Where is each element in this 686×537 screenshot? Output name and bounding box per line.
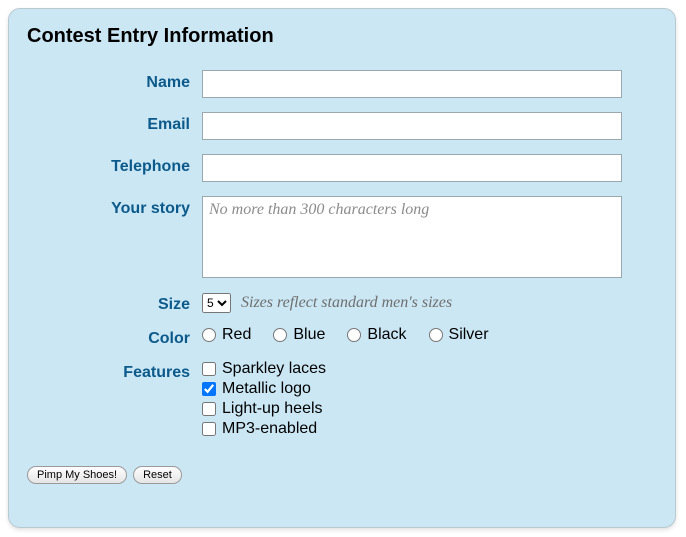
label-color: Color — [27, 326, 202, 348]
email-input[interactable] — [202, 112, 622, 140]
row-telephone: Telephone — [27, 154, 657, 182]
label-story: Your story — [27, 196, 202, 218]
feature-option-lightup[interactable]: Light-up heels — [202, 400, 323, 418]
feature-option-mp3[interactable]: MP3-enabled — [202, 420, 317, 438]
size-hint: Sizes reflect standard men's sizes — [241, 292, 452, 314]
radio-red[interactable] — [202, 328, 216, 342]
row-name: Name — [27, 70, 657, 98]
row-email: Email — [27, 112, 657, 140]
checkbox-mp3[interactable] — [202, 422, 216, 436]
submit-button[interactable]: Pimp My Shoes! — [27, 466, 127, 484]
reset-button[interactable]: Reset — [133, 466, 182, 484]
row-color: Color Red Blue Black Silver — [27, 326, 657, 348]
color-option-blue[interactable]: Blue — [273, 326, 325, 344]
row-story: Your story — [27, 196, 657, 278]
radio-black[interactable] — [347, 328, 361, 342]
story-textarea[interactable] — [202, 196, 622, 278]
checkbox-sparkley[interactable] — [202, 362, 216, 376]
feature-option-sparkley[interactable]: Sparkley laces — [202, 360, 326, 378]
label-size: Size — [27, 292, 202, 314]
checkbox-lightup[interactable] — [202, 402, 216, 416]
color-option-red[interactable]: Red — [202, 326, 251, 344]
label-features: Features — [27, 360, 202, 382]
checkbox-metallic[interactable] — [202, 382, 216, 396]
page-title: Contest Entry Information — [27, 25, 657, 48]
color-option-silver[interactable]: Silver — [429, 326, 489, 344]
size-group: 5 Sizes reflect standard men's sizes — [202, 292, 452, 314]
features-checkbox-group: Sparkley laces Metallic logo Light-up he… — [202, 360, 326, 440]
label-telephone: Telephone — [27, 154, 202, 176]
feature-option-metallic[interactable]: Metallic logo — [202, 380, 311, 398]
label-email: Email — [27, 112, 202, 134]
size-select[interactable]: 5 — [202, 293, 231, 313]
name-input[interactable] — [202, 70, 622, 98]
radio-silver[interactable] — [429, 328, 443, 342]
form-panel: Contest Entry Information Name Email Tel… — [8, 8, 676, 528]
button-row: Pimp My Shoes! Reset — [27, 466, 657, 484]
radio-blue[interactable] — [273, 328, 287, 342]
row-features: Features Sparkley laces Metallic logo Li… — [27, 360, 657, 440]
color-radio-group: Red Blue Black Silver — [202, 326, 511, 344]
color-option-black[interactable]: Black — [347, 326, 406, 344]
label-name: Name — [27, 70, 202, 92]
row-size: Size 5 Sizes reflect standard men's size… — [27, 292, 657, 314]
viewport: Contest Entry Information Name Email Tel… — [0, 0, 686, 537]
telephone-input[interactable] — [202, 154, 622, 182]
